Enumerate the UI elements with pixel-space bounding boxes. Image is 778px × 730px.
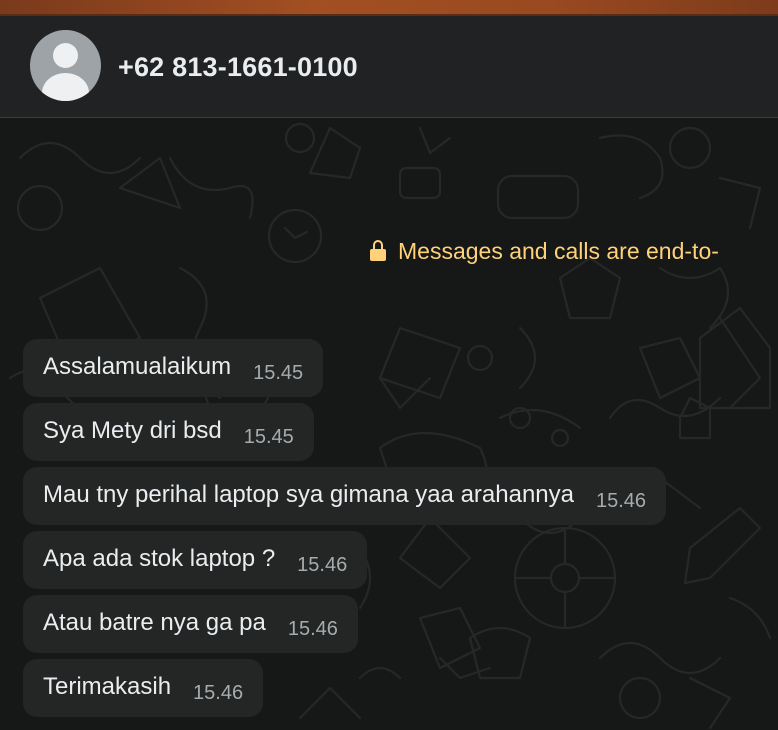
message-time: 15.46 <box>596 490 647 512</box>
default-avatar-icon[interactable] <box>30 30 101 101</box>
message-bubble[interactable]: Apa ada stok laptop ? 15.46 <box>23 531 368 589</box>
chat-header[interactable]: +62 813-1661-0100 <box>0 16 778 118</box>
message-bubble[interactable]: Assalamualaikum 15.45 <box>23 339 324 397</box>
message-text: Assalamualaikum <box>43 353 232 380</box>
encryption-notice-text: Messages and calls are end-to- <box>398 238 719 264</box>
message-text: Apa ada stok laptop ? <box>43 545 276 572</box>
message-time: 15.45 <box>253 362 304 384</box>
message-list[interactable]: Messages and calls are end-to- Assalamua… <box>0 118 778 730</box>
avatar-head-shape <box>53 43 78 68</box>
window-title-bar <box>0 0 778 14</box>
message-text: Atau batre nya ga pa <box>43 609 266 636</box>
message-text: Sya Mety dri bsd <box>43 417 222 444</box>
encryption-notice[interactable]: Messages and calls are end-to- <box>370 236 719 266</box>
message-bubble[interactable]: Terimakasih 15.46 <box>23 659 264 717</box>
lock-icon <box>370 240 386 262</box>
message-time: 15.46 <box>297 554 348 576</box>
contact-name[interactable]: +62 813-1661-0100 <box>118 52 358 83</box>
message-bubble[interactable]: Atau batre nya ga pa 15.46 <box>23 595 358 653</box>
message-time: 15.45 <box>243 426 294 448</box>
message-bubble[interactable]: Sya Mety dri bsd 15.45 <box>23 403 314 461</box>
avatar-body-shape <box>42 73 89 101</box>
message-bubble[interactable]: Mau tny perihal laptop sya gimana yaa ar… <box>23 467 667 525</box>
message-time: 15.46 <box>193 682 244 704</box>
message-text: Mau tny perihal laptop sya gimana yaa ar… <box>43 481 574 508</box>
message-text: Terimakasih <box>43 673 172 700</box>
message-time: 15.46 <box>287 618 338 640</box>
